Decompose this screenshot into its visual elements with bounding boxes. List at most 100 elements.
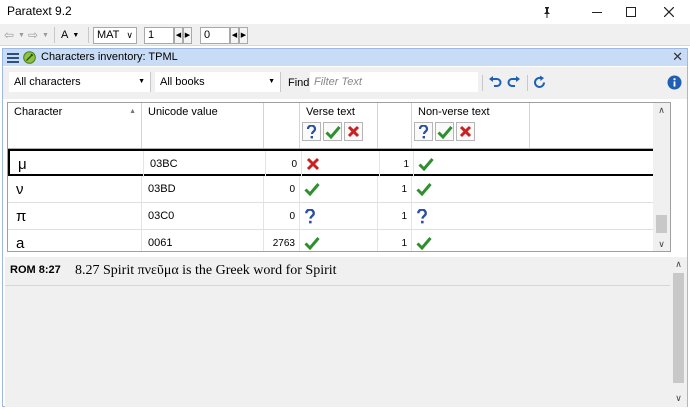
verse-count-cell: 0 xyxy=(264,176,300,202)
verse-count-cell: 2763 xyxy=(264,230,300,251)
back-arrow-icon[interactable]: ⇦ xyxy=(4,26,14,44)
column-header-nonverse-count xyxy=(378,103,412,148)
table-row[interactable]: π 03C0 0 1 xyxy=(8,203,670,230)
verse-count-cell: 0 xyxy=(264,203,300,229)
table-row[interactable]: a 0061 2763 1 xyxy=(8,230,670,251)
scroll-up-icon[interactable]: ∧ xyxy=(670,257,687,271)
invalid-icon xyxy=(306,157,320,171)
forward-dropdown-icon[interactable]: ▼ xyxy=(42,26,49,44)
filter-invalid-icon[interactable] xyxy=(344,122,363,141)
verse-value: 0 xyxy=(204,29,211,41)
unknown-icon xyxy=(417,208,427,223)
characters-grid: Character ▲ Unicode value Verse text Non… xyxy=(7,102,671,252)
character-cell: ν xyxy=(8,176,142,202)
valid-icon xyxy=(304,183,320,196)
column-header-label: Unicode value xyxy=(148,106,218,118)
verse-next-icon[interactable]: ▶ xyxy=(239,26,248,44)
verse-status-cell[interactable] xyxy=(300,203,378,229)
filter-separator xyxy=(482,75,483,91)
scroll-up-icon[interactable]: ∧ xyxy=(653,103,670,117)
verse-prev-icon[interactable]: ◀ xyxy=(230,26,239,44)
toolbar-separator xyxy=(88,27,89,43)
close-icon[interactable] xyxy=(652,0,686,24)
scroll-down-icon[interactable]: ∨ xyxy=(653,237,670,251)
filter-unknown-icon[interactable] xyxy=(302,122,321,141)
chapter-next-icon[interactable]: ▶ xyxy=(183,26,192,44)
maximize-icon[interactable] xyxy=(614,0,648,24)
scroll-down-icon[interactable]: ∨ xyxy=(670,391,687,405)
filter-separator xyxy=(527,75,528,91)
character-cell: μ xyxy=(10,151,144,177)
valid-icon xyxy=(418,158,434,171)
column-header-unicode[interactable]: Unicode value xyxy=(142,103,264,148)
characters-filter-value: All characters xyxy=(14,76,81,88)
valid-icon xyxy=(304,237,320,250)
filter-text-input[interactable]: Filter Text xyxy=(310,72,478,92)
chapter-input[interactable]: 1 xyxy=(144,26,174,44)
filter-unknown-icon[interactable] xyxy=(414,122,433,141)
grid-scrollbar[interactable]: ∧ ∨ xyxy=(653,103,670,251)
refresh-icon[interactable] xyxy=(530,73,548,91)
verse-input[interactable]: 0 xyxy=(200,26,230,44)
filter-placeholder: Filter Text xyxy=(314,76,362,88)
nonverse-status-cell[interactable] xyxy=(412,230,530,251)
filter-bar: All characters ▼ All books ▼ Find Filter… xyxy=(3,67,687,99)
column-header-label: Character xyxy=(14,106,63,118)
toolbar-separator xyxy=(54,27,55,43)
books-filter-value: All books xyxy=(160,76,205,88)
book-value: MAT xyxy=(97,29,120,41)
dropdown-arrow-icon: ▼ xyxy=(138,78,145,85)
nonverse-count-cell: 1 xyxy=(380,151,414,177)
verse-text: 8.27 Spirit πνεῦμα is the Greek word for… xyxy=(75,263,337,278)
main-toolbar: ⇦ ▼ ⇨ ▼ A ▼ MAT ∨ 1 ◀ ▶ 0 ◀ ▶ xyxy=(0,24,690,46)
column-header-nonverse[interactable]: Non-verse text xyxy=(412,103,530,148)
verse-count-cell: 0 xyxy=(266,151,302,177)
detail-scrollbar[interactable]: ∧ ∨ xyxy=(670,257,687,405)
column-header-verse-count xyxy=(264,103,300,148)
panel-title: Characters inventory: TPML xyxy=(41,51,178,63)
undo-icon[interactable] xyxy=(486,73,504,91)
column-header-verse[interactable]: Verse text xyxy=(300,103,378,148)
table-row[interactable]: μ 03BC 0 1 xyxy=(8,149,670,177)
pin-icon[interactable] xyxy=(530,0,564,24)
verse-reference[interactable]: ROM 8:27 xyxy=(10,264,61,276)
valid-icon xyxy=(416,183,432,196)
scroll-thumb[interactable] xyxy=(673,273,684,383)
valid-icon xyxy=(416,237,432,250)
table-row[interactable]: ν 03BD 0 1 xyxy=(8,176,670,203)
unicode-cell: 03C0 xyxy=(142,203,264,229)
font-dropdown-icon: ▼ xyxy=(72,31,80,39)
book-select[interactable]: MAT ∨ xyxy=(93,26,137,44)
filter-valid-icon[interactable] xyxy=(323,122,342,141)
characters-inventory-panel: Characters inventory: TPML ✕ All charact… xyxy=(2,48,688,407)
info-icon[interactable] xyxy=(665,73,683,91)
font-button[interactable]: A ▼ xyxy=(61,26,79,44)
nonverse-status-cell[interactable] xyxy=(412,176,530,202)
unicode-cell: 0061 xyxy=(142,230,264,251)
nonverse-status-cell[interactable] xyxy=(412,203,530,229)
chapter-value: 1 xyxy=(148,29,155,41)
panel-header: Characters inventory: TPML ✕ xyxy=(3,49,687,66)
unicode-cell: 03BD xyxy=(142,176,264,202)
character-cell: π xyxy=(8,203,142,229)
column-header-character[interactable]: Character ▲ xyxy=(8,103,142,148)
minimize-icon[interactable] xyxy=(580,0,614,24)
verse-status-cell[interactable] xyxy=(300,176,378,202)
find-label: Find xyxy=(288,77,310,89)
forward-arrow-icon[interactable]: ⇨ xyxy=(28,26,38,44)
column-header-label: Non-verse text xyxy=(418,106,490,118)
books-filter-dropdown[interactable]: All books ▼ xyxy=(155,72,281,92)
menu-icon[interactable] xyxy=(7,53,19,63)
close-panel-icon[interactable]: ✕ xyxy=(672,49,683,65)
verse-status-cell[interactable] xyxy=(302,151,380,177)
scroll-thumb[interactable] xyxy=(656,215,667,233)
characters-filter-dropdown[interactable]: All characters ▼ xyxy=(9,72,151,92)
character-cell: a xyxy=(8,230,142,251)
redo-icon[interactable] xyxy=(505,73,523,91)
nonverse-status-cell[interactable] xyxy=(414,151,532,177)
filter-valid-icon[interactable] xyxy=(435,122,454,141)
chapter-prev-icon[interactable]: ◀ xyxy=(174,26,183,44)
back-dropdown-icon[interactable]: ▼ xyxy=(18,26,25,44)
verse-status-cell[interactable] xyxy=(300,230,378,251)
filter-invalid-icon[interactable] xyxy=(456,122,475,141)
